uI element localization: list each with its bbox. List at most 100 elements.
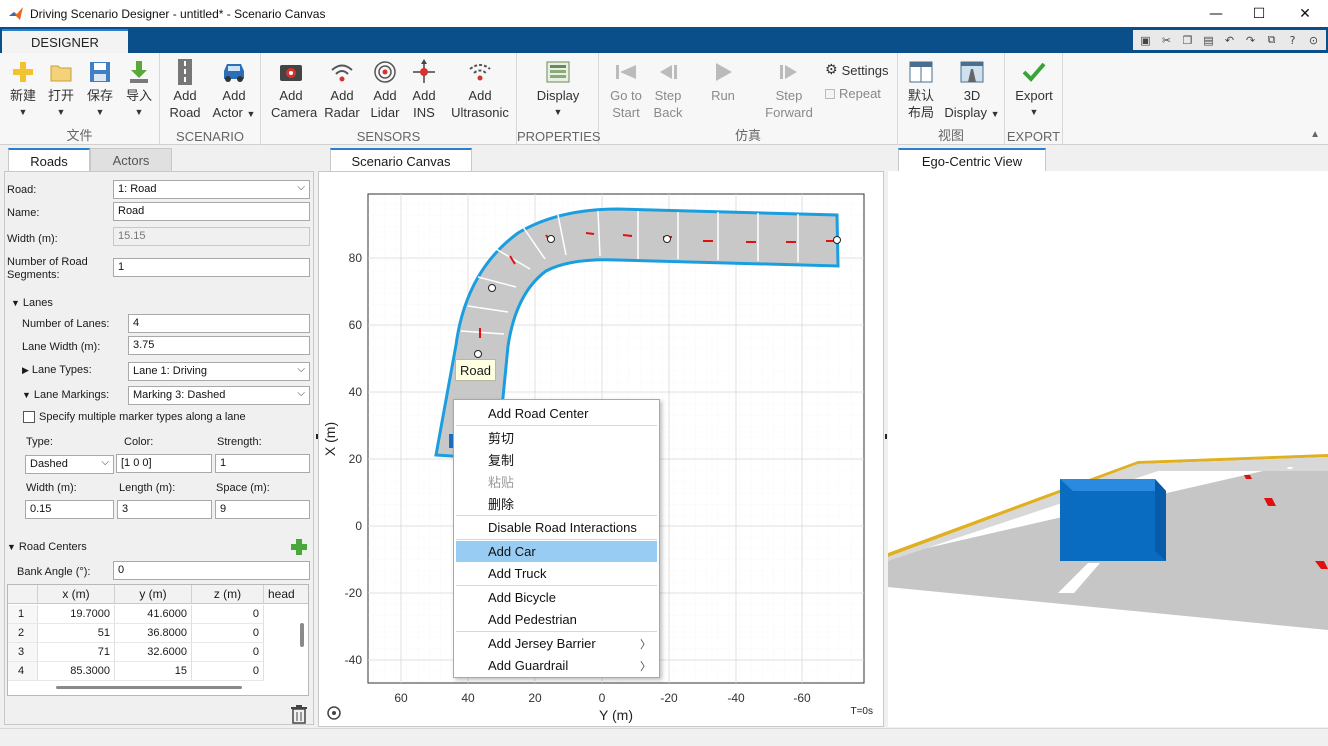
road-select[interactable]: 1: Road ⌵ <box>113 180 310 199</box>
menu-item-add-road-center[interactable]: Add Road Center <box>456 403 657 424</box>
delete-row-button[interactable] <box>289 704 309 724</box>
menu-item-copy[interactable]: 复制 <box>456 449 657 470</box>
3d-display-button[interactable]: 3D Display ▼ <box>944 59 1000 123</box>
road-segments-field[interactable]: 1 <box>113 258 310 277</box>
minimize-button[interactable]: — <box>1193 0 1239 27</box>
tab-actors[interactable]: Actors <box>90 148 172 172</box>
table-cell[interactable]: 71 <box>38 643 115 662</box>
save-button[interactable]: 保存 ▼ <box>83 59 117 121</box>
open-button[interactable]: 打开 ▼ <box>44 59 78 121</box>
menu-item-add-bicycle[interactable]: Add Bicycle <box>456 587 657 608</box>
ego-scene[interactable] <box>888 171 1328 727</box>
table-cell[interactable]: 15 <box>115 662 192 681</box>
marker-length-field[interactable]: 3 <box>117 500 212 519</box>
add-radar-button[interactable]: Add Radar <box>321 59 363 121</box>
column-header[interactable]: x (m) <box>38 585 115 604</box>
chevron-down-icon: ▼ <box>553 107 563 117</box>
new-button[interactable]: 新建 ▼ <box>6 59 40 121</box>
table-cell[interactable]: 0 <box>192 662 264 681</box>
table-cell[interactable]: 41.6000 <box>115 605 192 624</box>
menu-item-add-car[interactable]: Add Car <box>456 541 657 562</box>
column-header[interactable]: z (m) <box>192 585 264 604</box>
lanes-section-toggle[interactable]: ▼ Lanes <box>11 297 53 309</box>
table-cell[interactable]: 19.7000 <box>38 605 115 624</box>
table-cell[interactable]: 85.3000 <box>38 662 115 681</box>
menu-item-disable-road-interactions[interactable]: Disable Road Interactions <box>456 517 657 538</box>
add-row-button[interactable] <box>290 538 308 556</box>
add-camera-button[interactable]: Add Camera <box>271 59 317 121</box>
maximize-button[interactable]: ☐ <box>1236 0 1282 27</box>
export-button[interactable]: Export ▼ <box>1011 59 1057 121</box>
column-header[interactable]: head <box>264 585 308 604</box>
tab-designer[interactable]: DESIGNER <box>2 29 128 54</box>
cut-icon[interactable]: ✂ <box>1158 32 1175 48</box>
display-button[interactable]: Display ▼ <box>527 59 589 121</box>
add-ultrasonic-button[interactable]: Add Ultrasonic <box>447 59 513 121</box>
splitter-handle[interactable] <box>885 434 887 439</box>
marker-strength-field[interactable]: 1 <box>215 454 310 473</box>
menu-item-add-jersey-barrier[interactable]: Add Jersey Barrier 〉 <box>456 633 657 654</box>
collapse-ribbon-icon[interactable]: ▲ <box>1310 129 1320 140</box>
paste-icon[interactable]: ▤ <box>1200 32 1217 48</box>
menu-item-cut[interactable]: 剪切 <box>456 427 657 448</box>
lane-markings-toggle[interactable]: ▼ Lane Markings: <box>22 389 109 401</box>
add-actor-button[interactable]: Add Actor ▼ <box>210 59 258 123</box>
settings-button[interactable]: ⚙ Settings <box>825 62 889 78</box>
marker-width-field[interactable]: 0.15 <box>25 500 114 519</box>
menu-item-add-pedestrian[interactable]: Add Pedestrian <box>456 609 657 630</box>
menu-separator <box>456 631 657 632</box>
tab-scenario-canvas[interactable]: Scenario Canvas <box>330 148 472 172</box>
import-button[interactable]: 导入 ▼ <box>122 59 156 121</box>
road-centers-toggle[interactable]: ▼ Road Centers <box>7 541 87 553</box>
menu-item-add-truck[interactable]: Add Truck <box>456 563 657 584</box>
horizontal-scrollbar[interactable] <box>56 686 242 689</box>
redo-icon[interactable]: ↷ <box>1242 32 1259 48</box>
lane-markings-select[interactable]: Marking 3: Dashed ⌵ <box>128 386 310 405</box>
step-back-button[interactable]: Step Back <box>649 59 687 121</box>
go-to-start-button[interactable]: Go to Start <box>605 59 647 121</box>
bank-angle-label: Bank Angle (°): <box>17 566 91 578</box>
road-centers-table[interactable]: x (m) y (m) z (m) head 1 19.7000 41.6000… <box>7 584 309 696</box>
menu-item-paste[interactable]: 粘贴 <box>456 471 657 492</box>
table-cell[interactable]: 0 <box>192 624 264 643</box>
run-button[interactable]: Run <box>703 59 743 104</box>
add-road-button[interactable]: Add Road <box>166 59 204 121</box>
num-lanes-field[interactable]: 4 <box>128 314 310 333</box>
menu-item-add-guardrail[interactable]: Add Guardrail 〉 <box>456 655 657 676</box>
simulate-group-label: 仿真 <box>734 128 761 143</box>
bank-angle-field[interactable]: 0 <box>113 561 310 580</box>
marker-space-field[interactable]: 9 <box>215 500 310 519</box>
repeat-checkbox[interactable]: Repeat <box>825 86 881 101</box>
step-forward-button[interactable]: Step Forward <box>759 59 819 121</box>
column-header[interactable]: y (m) <box>115 585 192 604</box>
help-icon[interactable]: ? <box>1284 32 1301 48</box>
table-cell[interactable]: 32.6000 <box>115 643 192 662</box>
marker-color-field[interactable]: [1 0 0] <box>116 454 212 473</box>
road-name-field[interactable]: Road <box>113 202 310 221</box>
tab-ego-centric-view[interactable]: Ego-Centric View <box>898 148 1046 172</box>
tab-roads[interactable]: Roads <box>8 148 90 172</box>
lead-vehicle[interactable] <box>1060 479 1166 561</box>
table-cell[interactable]: 51 <box>38 624 115 643</box>
add-lidar-button[interactable]: Add Lidar <box>367 59 403 121</box>
marker-type-select[interactable]: Dashed ⌵ <box>25 455 114 474</box>
vertical-scrollbar[interactable] <box>300 623 304 647</box>
lane-types-toggle[interactable]: ▶ Lane Types: <box>22 364 92 376</box>
undo-icon[interactable]: ↶ <box>1221 32 1238 48</box>
window-icon[interactable]: ⧉ <box>1263 32 1280 48</box>
splitter-handle[interactable] <box>316 434 318 439</box>
canvas-settings-icon[interactable] <box>327 706 341 720</box>
default-layout-button[interactable]: 默认 布局 <box>904 59 938 121</box>
lane-width-field[interactable]: 3.75 <box>128 336 310 355</box>
add-ins-button[interactable]: Add INS <box>407 59 441 121</box>
table-cell[interactable]: 36.8000 <box>115 624 192 643</box>
table-cell[interactable]: 0 <box>192 605 264 624</box>
close-button[interactable]: ✕ <box>1282 0 1328 27</box>
expand-icon[interactable]: ⊙ <box>1305 32 1322 48</box>
lane-types-select[interactable]: Lane 1: Driving ⌵ <box>128 362 310 381</box>
menu-item-delete[interactable]: 删除 <box>456 493 657 514</box>
table-cell[interactable]: 0 <box>192 643 264 662</box>
multi-marker-checkbox[interactable] <box>23 411 35 423</box>
save-icon[interactable]: ▣ <box>1137 32 1154 48</box>
copy-icon[interactable]: ❐ <box>1179 32 1196 48</box>
